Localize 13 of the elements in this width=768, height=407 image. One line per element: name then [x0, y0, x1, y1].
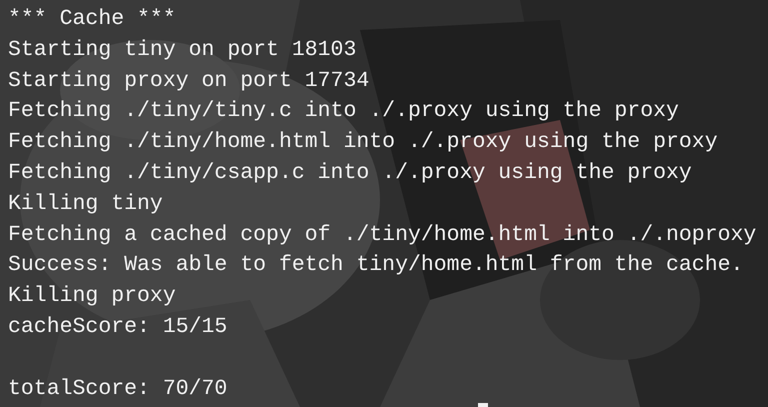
terminal-line: Starting tiny on port 18103: [8, 36, 358, 64]
cursor: [478, 403, 488, 407]
terminal-line: Fetching a cached copy of ./tiny/home.html into ./.noproxy: [8, 222, 758, 249]
terminal-line: cacheScore: 15/15: [8, 314, 228, 341]
terminal-line: Success: Was able to fetch tiny/home.html from the cache.: [8, 252, 744, 280]
terminal-line: Fetching ./tiny/tiny.c into ./.proxy using the proxy: [8, 98, 680, 126]
terminal-line: Fetching ./tiny/csapp.c into ./.proxy using the proxy: [8, 160, 693, 187]
terminal-line: Starting proxy on port 17734: [8, 68, 370, 95]
terminal-line: Killing proxy: [8, 283, 177, 310]
terminal-line: *** Cache ***: [8, 6, 177, 33]
terminal-line: Killing tiny: [8, 190, 164, 218]
terminal-line: totalScore: 70/70: [8, 376, 228, 403]
terminal-line: Fetching ./tiny/home.html into ./.proxy using the proxy: [8, 129, 719, 156]
